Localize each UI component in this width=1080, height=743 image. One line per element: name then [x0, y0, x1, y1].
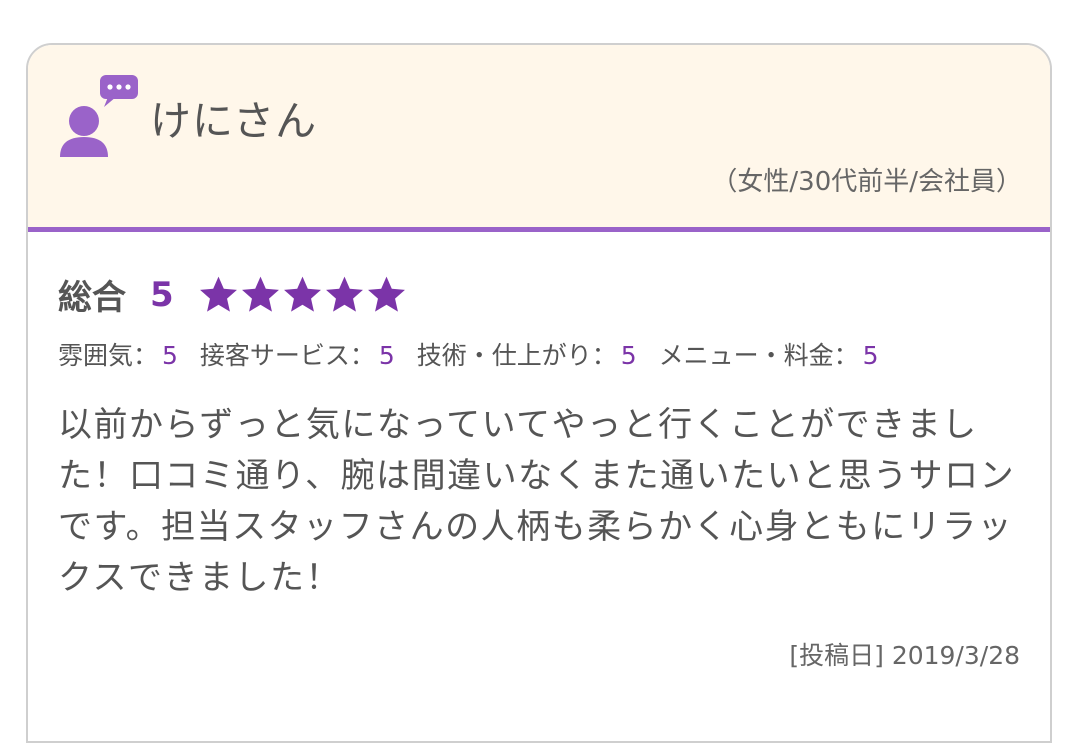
sub-rating-technique: 技術・仕上がり： 5: [417, 341, 637, 370]
sub-rating-label: 雰囲気：: [58, 341, 159, 370]
reviewer-name: けにさん: [150, 97, 318, 145]
star-icon: [283, 276, 321, 312]
overall-label: 総合: [58, 278, 126, 318]
star-icon: [325, 276, 363, 312]
review-card: けにさん （女性/30代前半/会社員） 総合 5 雰囲気： 5 接客サービス： 5 …: [26, 43, 1052, 743]
sub-rating-menu-price: メニュー・料金： 5: [659, 341, 879, 370]
sub-rating-value: 5: [378, 341, 395, 370]
sub-ratings: 雰囲気： 5 接客サービス： 5 技術・仕上がり： 5 メニュー・料金： 5: [58, 336, 893, 372]
sub-rating-label: メニュー・料金：: [658, 341, 859, 370]
sub-rating-label: 接客サービス：: [199, 341, 375, 370]
review-text: 以前からずっと気になっていてやっと行くことができました！口コミ通り、腕は間違いな…: [58, 405, 1016, 598]
overall-score: 5: [150, 274, 174, 315]
sub-rating-service: 接客サービス： 5: [200, 341, 395, 370]
sub-rating-label: 技術・仕上がり：: [416, 341, 617, 370]
sub-rating-value: 5: [620, 341, 637, 370]
user-comment-icon: [60, 75, 138, 157]
star-icon: [241, 276, 279, 312]
star-rating: [198, 274, 408, 315]
sub-rating-value: 5: [862, 341, 879, 370]
reviewer-profile: （女性/30代前半/会社員）: [711, 167, 1022, 197]
star-icon: [199, 276, 237, 312]
post-date: [投稿日] 2019/3/28: [789, 641, 1020, 670]
overall-rating: 総合 5: [58, 270, 408, 319]
sub-rating-value: 5: [162, 341, 178, 370]
star-icon: [367, 276, 405, 312]
review-header: けにさん （女性/30代前半/会社員）: [28, 45, 1050, 232]
sub-rating-atmosphere: 雰囲気： 5: [58, 341, 178, 370]
